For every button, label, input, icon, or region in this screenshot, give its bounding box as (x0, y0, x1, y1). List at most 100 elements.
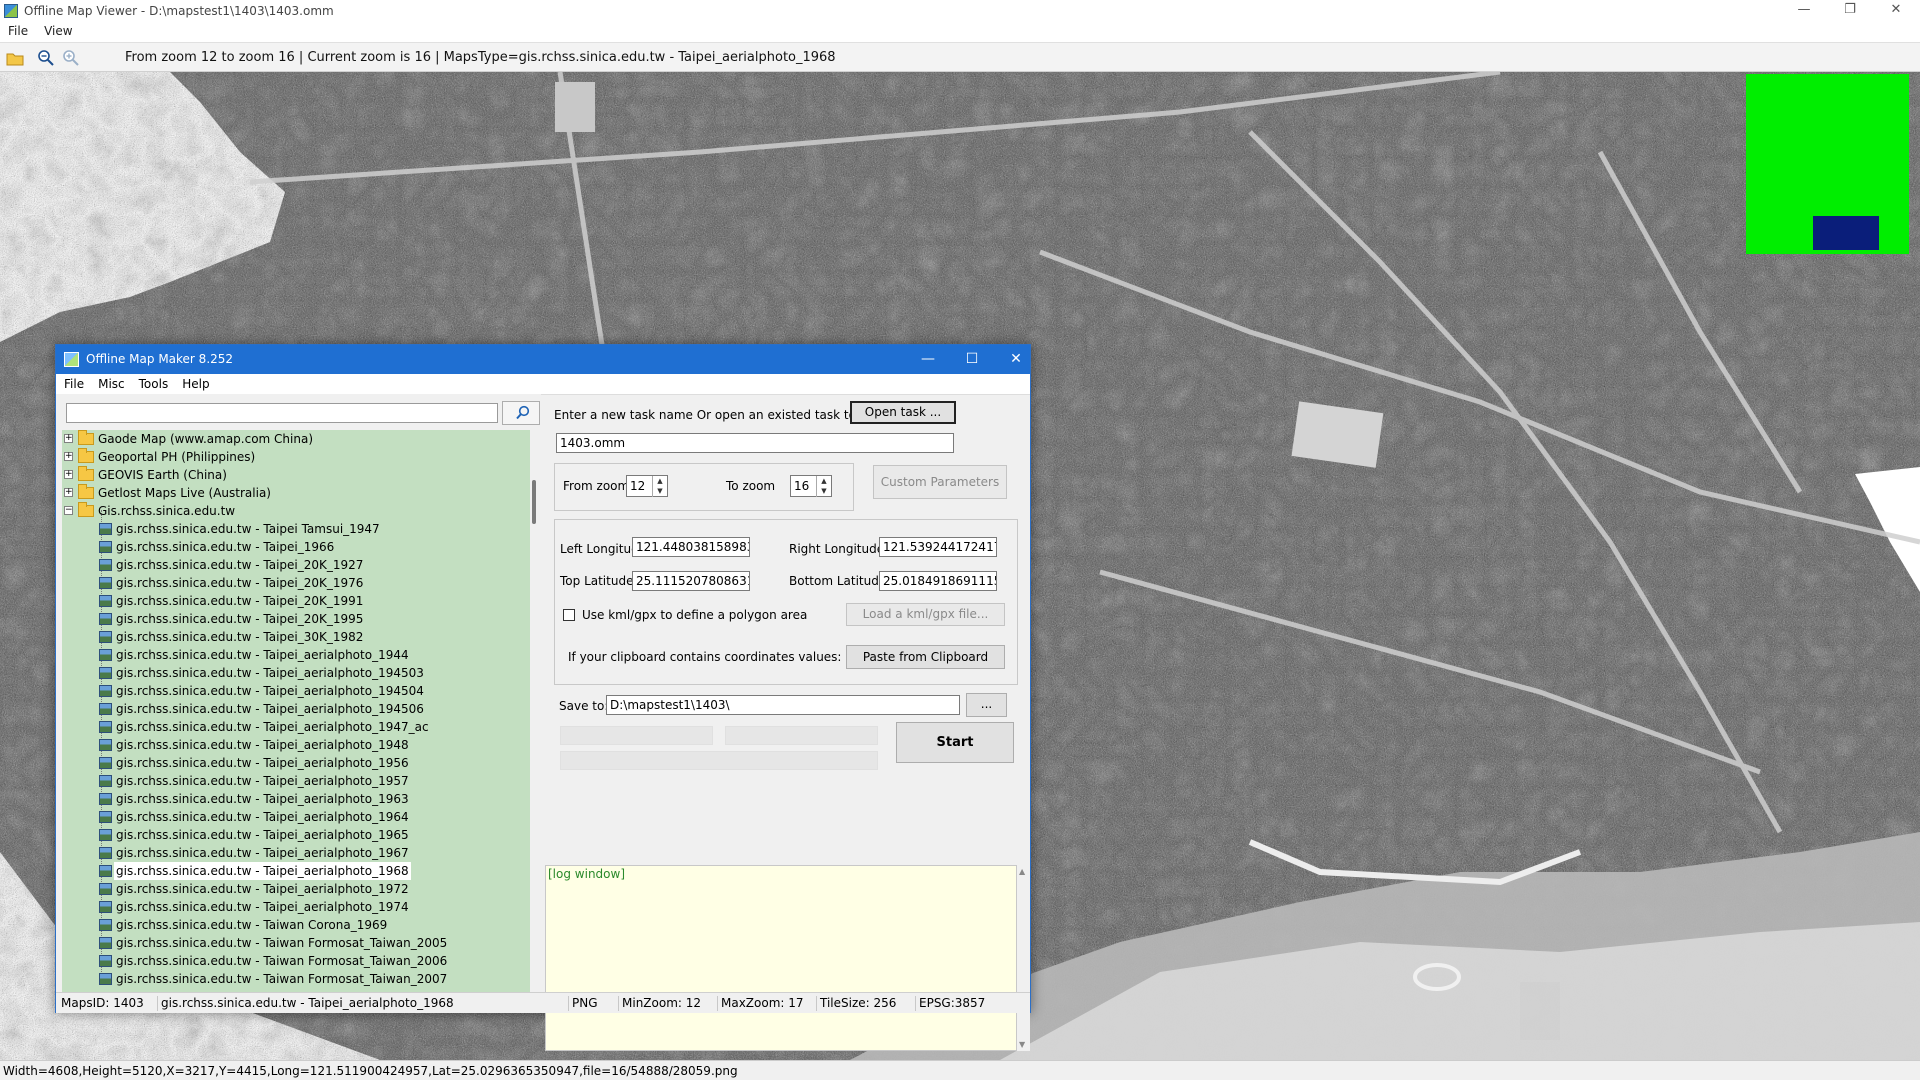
right-longitude-input[interactable]: 121.539244172417 (879, 537, 997, 557)
tree-scrollbar[interactable] (530, 430, 540, 992)
collapse-icon[interactable]: − (64, 506, 73, 515)
minimap[interactable] (1746, 74, 1909, 254)
tree-scrollbar-thumb[interactable] (532, 480, 536, 524)
open-folder-icon[interactable] (6, 49, 24, 67)
from-zoom-down-icon[interactable]: ▼ (652, 486, 667, 497)
tree-item[interactable]: gis.rchss.sinica.edu.tw - Taipei_aerialp… (62, 718, 530, 736)
tree-item[interactable]: gis.rchss.sinica.edu.tw - Taipei_20K_199… (62, 592, 530, 610)
browse-button[interactable]: ... (966, 693, 1007, 717)
tree-item[interactable]: gis.rchss.sinica.edu.tw - Taipei_20K_192… (62, 556, 530, 574)
minimize-button[interactable]: — (1781, 0, 1827, 22)
tree-item-label: gis.rchss.sinica.edu.tw - Taipei_20K_197… (116, 576, 364, 590)
tree-item[interactable]: gis.rchss.sinica.edu.tw - Taiwan Corona_… (62, 916, 530, 934)
paste-clipboard-button[interactable]: Paste from Clipboard (846, 645, 1005, 669)
tree-item[interactable]: gis.rchss.sinica.edu.tw - Taipei_aerialp… (62, 880, 530, 898)
tree-item[interactable]: gis.rchss.sinica.edu.tw - Taipei_30K_198… (62, 628, 530, 646)
tree-item-label: gis.rchss.sinica.edu.tw - Taipei_aerialp… (116, 702, 424, 716)
log-scrollbar[interactable]: ▲ ▼ (1017, 865, 1030, 1051)
dialog-menu-file[interactable]: File (56, 374, 90, 391)
maximize-button[interactable]: ❐ (1827, 0, 1873, 22)
format-status: PNG (568, 996, 598, 1011)
tree-item[interactable]: gis.rchss.sinica.edu.tw - Taipei_aerialp… (62, 808, 530, 826)
dialog-maximize-button[interactable]: ☐ (950, 345, 994, 374)
tree-folder[interactable]: + Geoportal PH (Philippines) (62, 448, 530, 466)
tree-folder[interactable]: + Getlost Maps Live (Australia) (62, 484, 530, 502)
tree-item[interactable]: gis.rchss.sinica.edu.tw - Taipei_1966 (62, 538, 530, 556)
expand-icon[interactable]: + (64, 488, 73, 497)
minimap-viewport[interactable] (1813, 216, 1879, 250)
tree-item[interactable]: gis.rchss.sinica.edu.tw - Taipei_aerialp… (62, 826, 530, 844)
bottom-latitude-input[interactable]: 25.0184918691115 (879, 571, 997, 591)
to-zoom-down-icon[interactable]: ▼ (816, 486, 831, 497)
tree-item[interactable]: gis.rchss.sinica.edu.tw - Taiwan Formosa… (62, 970, 530, 988)
tree-item[interactable]: gis.rchss.sinica.edu.tw - Taipei_aerialp… (62, 844, 530, 862)
left-longitude-input[interactable]: 121.448038158983 (632, 537, 750, 557)
map-source-tree[interactable]: + Gaode Map (www.amap.com China) + Geoporta… (62, 430, 530, 992)
dialog-menubar: File Misc Tools Help (56, 374, 1030, 395)
kml-polygon-checkbox[interactable] (563, 609, 575, 621)
tree-item-label: gis.rchss.sinica.edu.tw - Taipei_aerialp… (116, 828, 409, 842)
tree-item[interactable]: gis.rchss.sinica.edu.tw - Taipei_aerialp… (62, 682, 530, 700)
tree-item-label: gis.rchss.sinica.edu.tw - Taipei_aerialp… (116, 846, 409, 860)
tree-item[interactable]: gis.rchss.sinica.edu.tw - Taiwan Formosa… (62, 952, 530, 970)
expand-icon[interactable]: + (64, 470, 73, 479)
to-zoom-spinner[interactable]: 16 ▲ ▼ (790, 475, 832, 497)
custom-parameters-button[interactable]: Custom Parameters (873, 465, 1007, 499)
zoom-out-icon[interactable] (37, 49, 55, 67)
search-input[interactable] (66, 403, 498, 423)
load-kml-button[interactable]: Load a kml/gpx file... (846, 603, 1005, 626)
map-layer-icon (99, 793, 112, 805)
open-task-button[interactable]: Open task ... (850, 401, 956, 424)
menu-file[interactable]: File (0, 22, 36, 40)
log-scroll-up-icon[interactable]: ▲ (1019, 867, 1025, 876)
folder-icon (78, 466, 94, 481)
tree-item[interactable]: gis.rchss.sinica.edu.tw - Taipei_aerialp… (62, 700, 530, 718)
tree-item-label: gis.rchss.sinica.edu.tw - Taipei_aerialp… (116, 720, 429, 734)
tree-folder[interactable]: + Gaode Map (www.amap.com China) (62, 430, 530, 448)
tree-item[interactable]: gis.rchss.sinica.edu.tw - Taiwan Formosa… (62, 934, 530, 952)
start-button[interactable]: Start (896, 722, 1014, 763)
expand-icon[interactable]: + (64, 452, 73, 461)
save-path-input[interactable]: D:\mapstest1\1403\ (606, 695, 960, 715)
map-layer-icon (99, 667, 112, 679)
tree-item[interactable]: gis.rchss.sinica.edu.tw - Taipei_20K_197… (62, 574, 530, 592)
tree-item[interactable]: gis.rchss.sinica.edu.tw - Taipei Tamsui_… (62, 520, 530, 538)
dialog-menu-help[interactable]: Help (174, 374, 215, 391)
log-scroll-down-icon[interactable]: ▼ (1019, 1040, 1025, 1049)
tree-item[interactable]: gis.rchss.sinica.edu.tw - Taipei_aerialp… (62, 790, 530, 808)
top-latitude-input[interactable]: 25.1115207808631 (632, 571, 750, 591)
map-layer-icon (99, 721, 112, 733)
tree-item-label: gis.rchss.sinica.edu.tw - Taiwan Corona_… (116, 918, 388, 932)
kml-polygon-label: Use kml/gpx to define a polygon area (582, 608, 808, 622)
search-icon (516, 405, 530, 420)
log-window[interactable]: [log window] (545, 865, 1017, 1051)
dialog-minimize-button[interactable]: — (906, 345, 950, 374)
dialog-menu-tools[interactable]: Tools (131, 374, 175, 391)
tree-item[interactable]: gis.rchss.sinica.edu.tw - Taipei_aerialp… (62, 664, 530, 682)
tree-item[interactable]: gis.rchss.sinica.edu.tw - Taipei_aerialp… (62, 754, 530, 772)
tree-folder[interactable]: − Gis.rchss.sinica.edu.tw (62, 502, 530, 520)
tree-item[interactable]: gis.rchss.sinica.edu.tw - Taipei_aerialp… (62, 772, 530, 790)
tree-item-label: gis.rchss.sinica.edu.tw - Taipei_20K_192… (116, 558, 364, 572)
zoom-in-icon[interactable] (62, 49, 80, 67)
tile-size-status: TileSize: 256 (816, 996, 896, 1011)
tree-item[interactable]: gis.rchss.sinica.edu.tw - Taipei_aerialp… (62, 898, 530, 916)
search-button[interactable] (502, 401, 540, 425)
dialog-close-button[interactable]: ✕ (994, 345, 1038, 374)
task-name-input[interactable]: 1403.omm (556, 433, 954, 453)
menu-view[interactable]: View (36, 22, 80, 40)
tree-item-selected[interactable]: gis.rchss.sinica.edu.tw - Taipei_aerialp… (62, 862, 530, 880)
tree-item[interactable]: gis.rchss.sinica.edu.tw - Taipei_aerialp… (62, 646, 530, 664)
map-layer-icon (99, 955, 112, 967)
from-zoom-spinner[interactable]: 12 ▲ ▼ (626, 475, 668, 497)
tree-item[interactable]: gis.rchss.sinica.edu.tw - Taipei_aerialp… (62, 736, 530, 754)
dialog-app-icon (64, 352, 79, 367)
dialog-title: Offline Map Maker 8.252 (86, 352, 234, 366)
dialog-menu-misc[interactable]: Misc (90, 374, 131, 391)
tree-folder[interactable]: + GEOVIS Earth (China) (62, 466, 530, 484)
expand-icon[interactable]: + (64, 434, 73, 443)
tree-item[interactable]: gis.rchss.sinica.edu.tw - Taipei_20K_199… (62, 610, 530, 628)
close-button[interactable]: ✕ (1873, 0, 1919, 22)
zoom-info-text: From zoom 12 to zoom 16 | Current zoom i… (125, 50, 836, 65)
tree-item-label: gis.rchss.sinica.edu.tw - Taipei_20K_199… (116, 612, 364, 626)
